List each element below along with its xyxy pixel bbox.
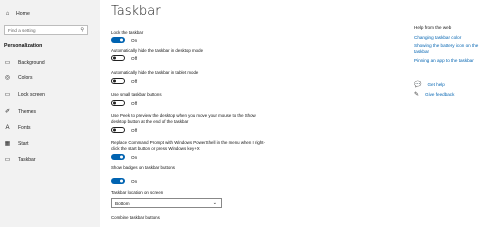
toggle-switch[interactable] — [111, 78, 125, 84]
taskbar-icon: ▭ — [4, 157, 11, 163]
sidebar-item-label: Start — [18, 141, 29, 147]
help-link-color[interactable]: Changing taskbar color — [414, 35, 461, 40]
chevron-down-icon: ⌄ — [212, 200, 217, 206]
combine-label: Combine taskbar buttons — [111, 215, 160, 220]
sidebar-item-fonts[interactable]: A Fonts — [4, 125, 31, 131]
setting-label: Automatically hide the taskbar in deskto… — [111, 48, 204, 53]
lock-taskbar-toggle[interactable]: On — [111, 37, 137, 43]
sidebar-item-colors[interactable]: ◎ Colors — [4, 75, 33, 81]
setting-label: Show badges on taskbar buttons — [111, 165, 175, 170]
badges-toggle[interactable]: On — [111, 178, 137, 184]
sidebar-item-lock-screen[interactable]: ▭ Lock screen — [4, 92, 45, 98]
toggle-state: Off — [131, 100, 138, 106]
fonts-icon: A — [5, 125, 10, 131]
setting-label: Replace Command Prompt with Windows Powe… — [111, 140, 265, 151]
feedback-icon: ✎ — [414, 92, 420, 98]
help-link-battery[interactable]: Showing the battery icon on the taskbar — [414, 43, 494, 54]
themes-icon: ✐ — [4, 109, 11, 115]
setting-label: Lock the taskbar — [111, 30, 144, 35]
get-help-link[interactable]: 💬 Get help — [414, 81, 445, 88]
page-title: Taskbar — [111, 4, 161, 19]
sidebar-item-label: Taskbar — [18, 157, 36, 163]
sidebar-item-label: Lock screen — [18, 92, 45, 98]
toggle-switch[interactable] — [111, 37, 125, 43]
start-icon: ▦ — [4, 141, 11, 147]
sidebar-item-label: Themes — [18, 109, 37, 115]
help-link-pinning[interactable]: Pinning an app to the taskbar — [414, 58, 474, 63]
background-icon: ▭ — [4, 60, 11, 66]
toggle-switch[interactable] — [111, 178, 125, 184]
toggle-state: Off — [131, 127, 138, 133]
powershell-toggle[interactable]: On — [111, 154, 137, 160]
sidebar-item-taskbar[interactable]: ▭ Taskbar — [4, 157, 36, 163]
lock-screen-icon: ▭ — [4, 92, 11, 98]
search-icon: ⚲ — [80, 27, 84, 33]
small-buttons-toggle[interactable]: Off — [111, 100, 137, 106]
toggle-state: Off — [131, 55, 138, 61]
sidebar-item-start[interactable]: ▦ Start — [4, 141, 29, 147]
autohide-tablet-toggle[interactable]: Off — [111, 78, 137, 84]
toggle-switch[interactable] — [111, 154, 125, 160]
help-heading: Help from the web — [414, 25, 452, 30]
toggle-switch[interactable] — [111, 55, 125, 61]
sidebar-item-label: Background — [18, 60, 45, 66]
colors-icon: ◎ — [4, 75, 11, 81]
nav-home-label: Home — [16, 11, 30, 17]
sidebar-item-label: Colors — [18, 75, 33, 81]
setting-label: Use small taskbar buttons — [111, 92, 162, 97]
toggle-state: On — [131, 37, 138, 43]
search-placeholder: Find a setting — [8, 28, 36, 33]
sidebar-item-background[interactable]: ▭ Background — [4, 60, 45, 66]
give-feedback-label: Give feedback — [425, 92, 455, 97]
nav-home[interactable]: ⌂ Home — [4, 11, 30, 17]
sidebar-heading: Personalization — [4, 43, 43, 49]
setting-label: Automatically hide the taskbar in tablet… — [111, 70, 199, 75]
location-value: Bottom — [115, 201, 130, 206]
give-feedback-link[interactable]: ✎ Give feedback — [414, 91, 454, 98]
toggle-state: On — [131, 178, 138, 184]
peek-toggle[interactable]: Off — [111, 127, 137, 133]
get-help-label: Get help — [427, 82, 445, 87]
setting-label: Use Peek to preview the desktop when you… — [111, 113, 256, 124]
toggle-switch[interactable] — [111, 100, 125, 106]
toggle-switch[interactable] — [111, 127, 125, 133]
home-icon: ⌂ — [5, 11, 10, 17]
location-label: Taskbar location on screen — [111, 190, 164, 195]
sidebar-item-themes[interactable]: ✐ Themes — [4, 109, 36, 115]
sidebar-item-label: Fonts — [18, 125, 31, 131]
chat-icon: 💬 — [414, 82, 422, 88]
autohide-desktop-toggle[interactable]: Off — [111, 55, 137, 61]
location-dropdown[interactable]: Bottom ⌄ — [111, 198, 222, 208]
sidebar: ⌂ Home Find a setting ⚲ Personalization … — [0, 0, 100, 227]
search-input[interactable]: Find a setting ⚲ — [4, 25, 88, 35]
toggle-state: Off — [131, 78, 138, 84]
toggle-state: On — [131, 154, 138, 160]
